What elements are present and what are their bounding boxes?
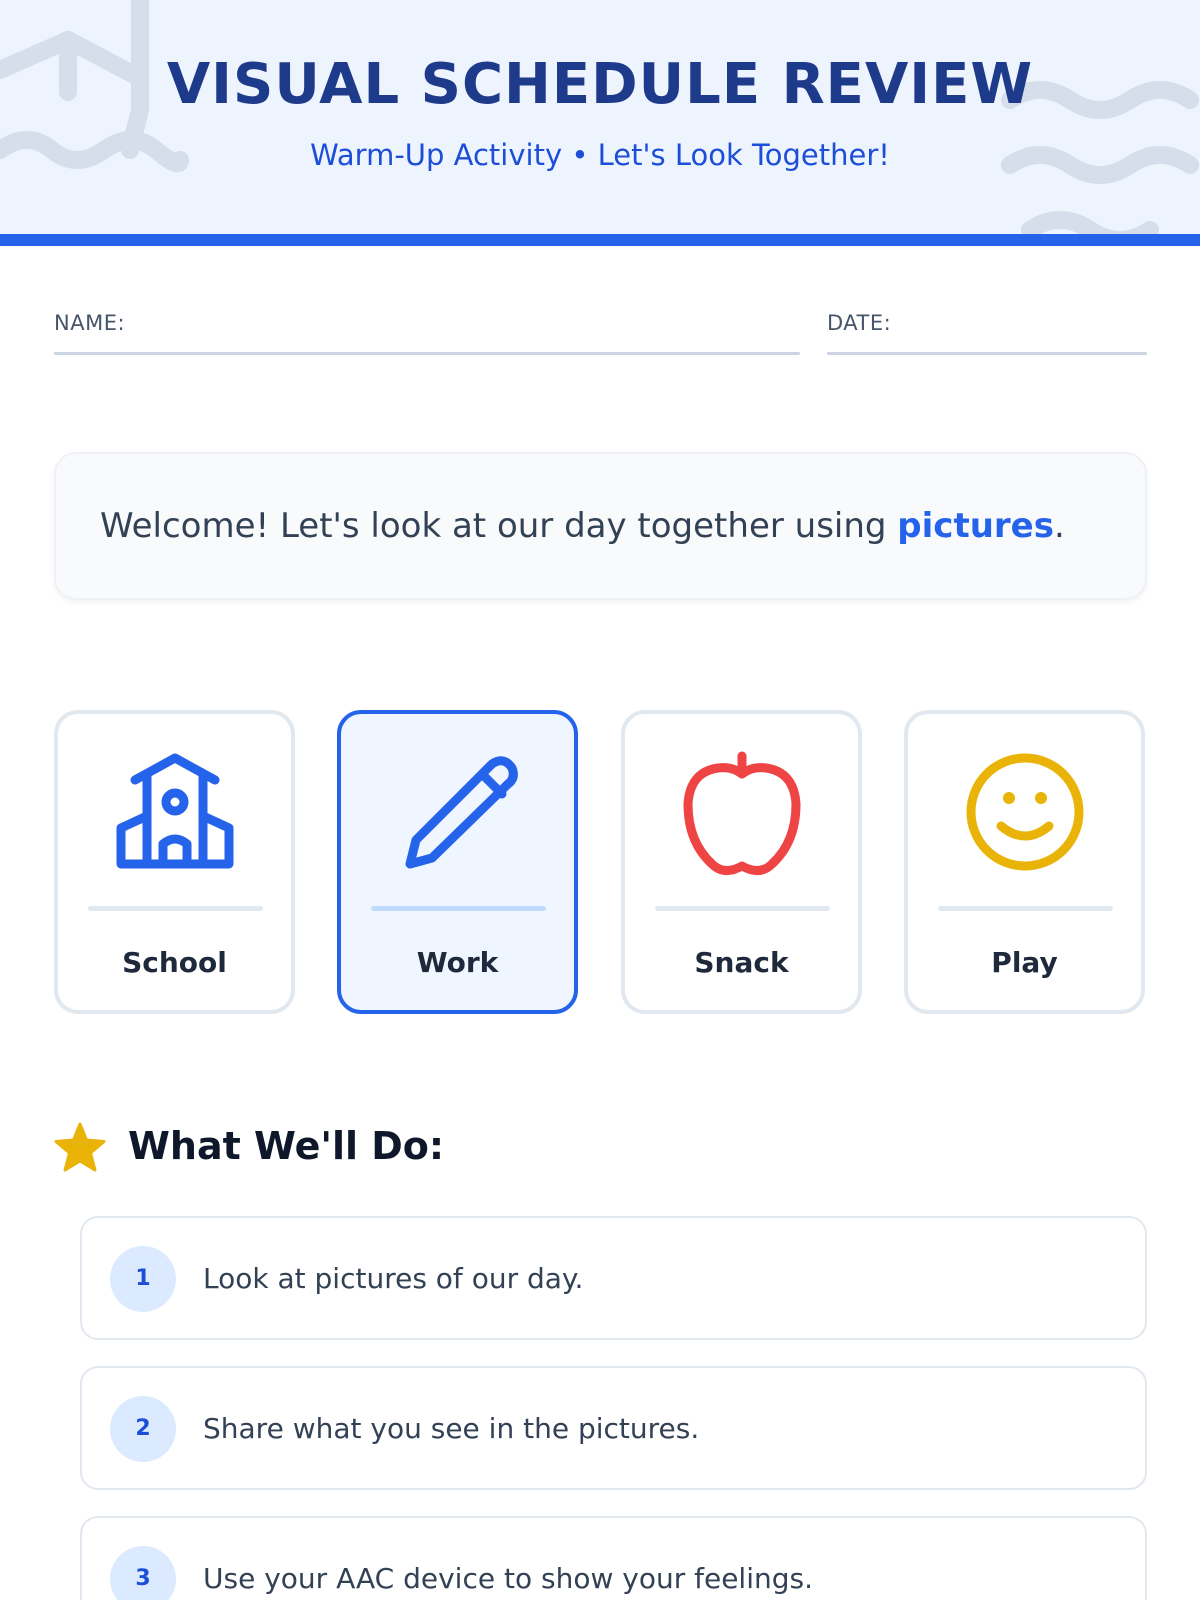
- page-title: VISUAL SCHEDULE REVIEW: [166, 52, 1034, 117]
- apple-icon: [683, 751, 800, 875]
- card-label-work: Work: [416, 946, 499, 979]
- date-field[interactable]: [827, 352, 1147, 355]
- welcome-text: Welcome! Let's look at our day together …: [100, 506, 1065, 546]
- step-text: Use your AAC device to show your feeling…: [203, 1562, 813, 1595]
- page-subtitle: Warm-Up Activity • Let's Look Together!: [310, 138, 890, 172]
- card-label-snack: Snack: [694, 946, 789, 979]
- step-text: Look at pictures of our day.: [203, 1262, 584, 1295]
- welcome-highlight: pictures: [897, 506, 1054, 546]
- step-item: 3 Use your AAC device to show your feeli…: [80, 1516, 1147, 1600]
- schedule-card-work[interactable]: Work: [337, 710, 578, 1014]
- welcome-text-main: Welcome! Let's look at our day together …: [100, 506, 898, 546]
- name-field[interactable]: [54, 352, 800, 355]
- schedule-card-snack[interactable]: Snack: [621, 710, 862, 1014]
- card-divider: [655, 906, 830, 911]
- smiley-icon: [966, 753, 1083, 871]
- date-label: DATE:: [827, 311, 892, 335]
- step-item: 2 Share what you see in the pictures.: [80, 1366, 1147, 1490]
- star-icon: [54, 1122, 106, 1172]
- welcome-text-end: .: [1053, 506, 1065, 546]
- card-divider: [88, 906, 263, 911]
- step-number-badge: 1: [110, 1246, 176, 1312]
- step-item: 1 Look at pictures of our day.: [80, 1216, 1147, 1340]
- step-text: Share what you see in the pictures.: [203, 1412, 700, 1445]
- page-header: VISUAL SCHEDULE REVIEW Warm-Up Activity …: [0, 0, 1200, 236]
- schedule-card-school[interactable]: School: [54, 710, 295, 1014]
- section-title: What We'll Do:: [128, 1124, 445, 1168]
- header-accent-bar: [0, 234, 1200, 246]
- card-divider: [371, 906, 546, 911]
- welcome-box: Welcome! Let's look at our day together …: [54, 452, 1147, 600]
- card-label-school: School: [122, 946, 227, 979]
- header-decoration: [0, 0, 1199, 236]
- card-divider: [938, 906, 1113, 911]
- step-number-badge: 2: [110, 1396, 176, 1462]
- schedule-card-play[interactable]: Play: [904, 710, 1145, 1014]
- pencil-icon: [405, 756, 518, 869]
- card-label-play: Play: [991, 946, 1058, 979]
- school-icon: [116, 753, 233, 869]
- step-number-badge: 3: [110, 1546, 176, 1600]
- name-label: NAME:: [54, 311, 126, 335]
